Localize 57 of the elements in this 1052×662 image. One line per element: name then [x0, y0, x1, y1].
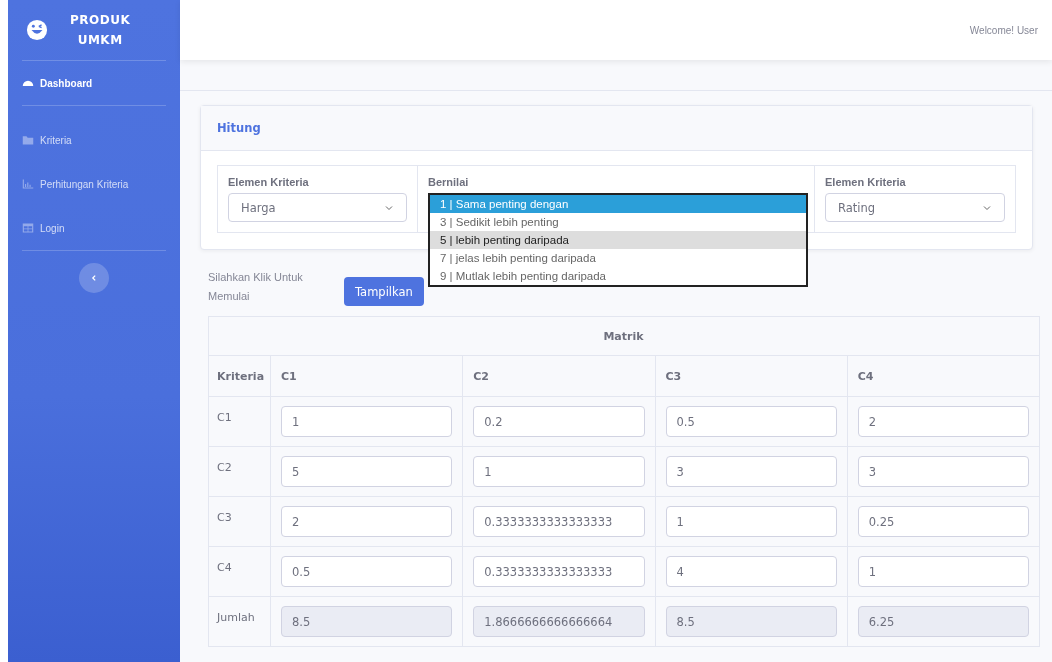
readonly-field: 8.5 [281, 606, 453, 637]
input-field[interactable]: 0.5 [281, 556, 453, 587]
laughing-face-icon [26, 19, 48, 41]
input-field[interactable]: 2 [857, 406, 1029, 437]
input-field[interactable]: 1 [665, 506, 837, 537]
table-icon [22, 222, 34, 234]
input-field[interactable]: 1 [473, 456, 645, 487]
nav-item[interactable]: Kriteria [22, 118, 166, 162]
card-title: Hitung [217, 121, 261, 135]
input-field[interactable]: 3 [665, 456, 837, 487]
column-header: C4 [847, 355, 1040, 397]
readonly-field: 6.25 [857, 606, 1029, 637]
dropdown-option[interactable]: 9 | Mutlak lebih penting daripada [430, 267, 806, 285]
row-label: C1 [208, 396, 271, 447]
dropdown-option[interactable]: 1 | Sama penting dengan [430, 195, 806, 213]
field-label: Bernilai [428, 176, 470, 188]
input-field[interactable]: 1 [857, 556, 1029, 587]
row-label: C2 [208, 446, 271, 497]
collapse-button[interactable] [79, 263, 109, 293]
prompt-text: Silahkan Klik Untuk Memulai [208, 270, 304, 304]
dropdown-option[interactable]: 5 | lebih penting daripada [430, 231, 806, 249]
folder-icon [22, 134, 34, 146]
column-header: Kriteria [208, 355, 271, 397]
row-label: C3 [208, 496, 271, 547]
select-field[interactable]: Harga [228, 193, 407, 222]
column-header: C2 [462, 355, 655, 397]
nav-item[interactable]: Login [22, 206, 166, 250]
input-field[interactable]: 0.2 [473, 406, 645, 437]
input-field[interactable]: 0.3333333333333333 [473, 506, 645, 537]
input-field[interactable]: 1 [281, 406, 453, 437]
input-field[interactable]: 0.25 [857, 506, 1029, 537]
column-header: C3 [655, 355, 848, 397]
nav-item[interactable]: Perhitungan Kriteria [22, 162, 166, 206]
brand-name: UMKM [77, 32, 123, 49]
input-field[interactable]: 4 [665, 556, 837, 587]
readonly-field: 1.8666666666666664 [473, 606, 645, 637]
input-field[interactable]: 5 [281, 456, 453, 487]
input-field[interactable]: 3 [857, 456, 1029, 487]
input-field[interactable]: 2 [281, 506, 453, 537]
field-label: Elemen Kriteria [228, 176, 310, 188]
readonly-field: 8.5 [665, 606, 837, 637]
column-header: C1 [270, 355, 463, 397]
dropdown-option[interactable]: 7 | jelas lebih penting daripada [430, 249, 806, 267]
field-label: Elemen Kriteria [825, 176, 907, 188]
select-field[interactable]: Rating [825, 193, 1005, 222]
row-label: C4 [208, 546, 271, 597]
welcome-text: Welcome! User [969, 24, 1038, 36]
brand-name: PRODUK [70, 12, 131, 29]
dropdown-option[interactable]: 3 | Sedikit lebih penting [430, 213, 806, 231]
row-label: Jumlah [208, 596, 271, 647]
show-button[interactable]: Tampilkan [344, 277, 424, 306]
input-field[interactable]: 0.5 [665, 406, 837, 437]
chevron-left-icon [90, 274, 98, 282]
chart-icon [22, 178, 34, 190]
input-field[interactable]: 0.3333333333333333 [473, 556, 645, 587]
table-title: Matrik [208, 316, 1040, 356]
nav-item[interactable]: Dashboard [22, 61, 166, 105]
